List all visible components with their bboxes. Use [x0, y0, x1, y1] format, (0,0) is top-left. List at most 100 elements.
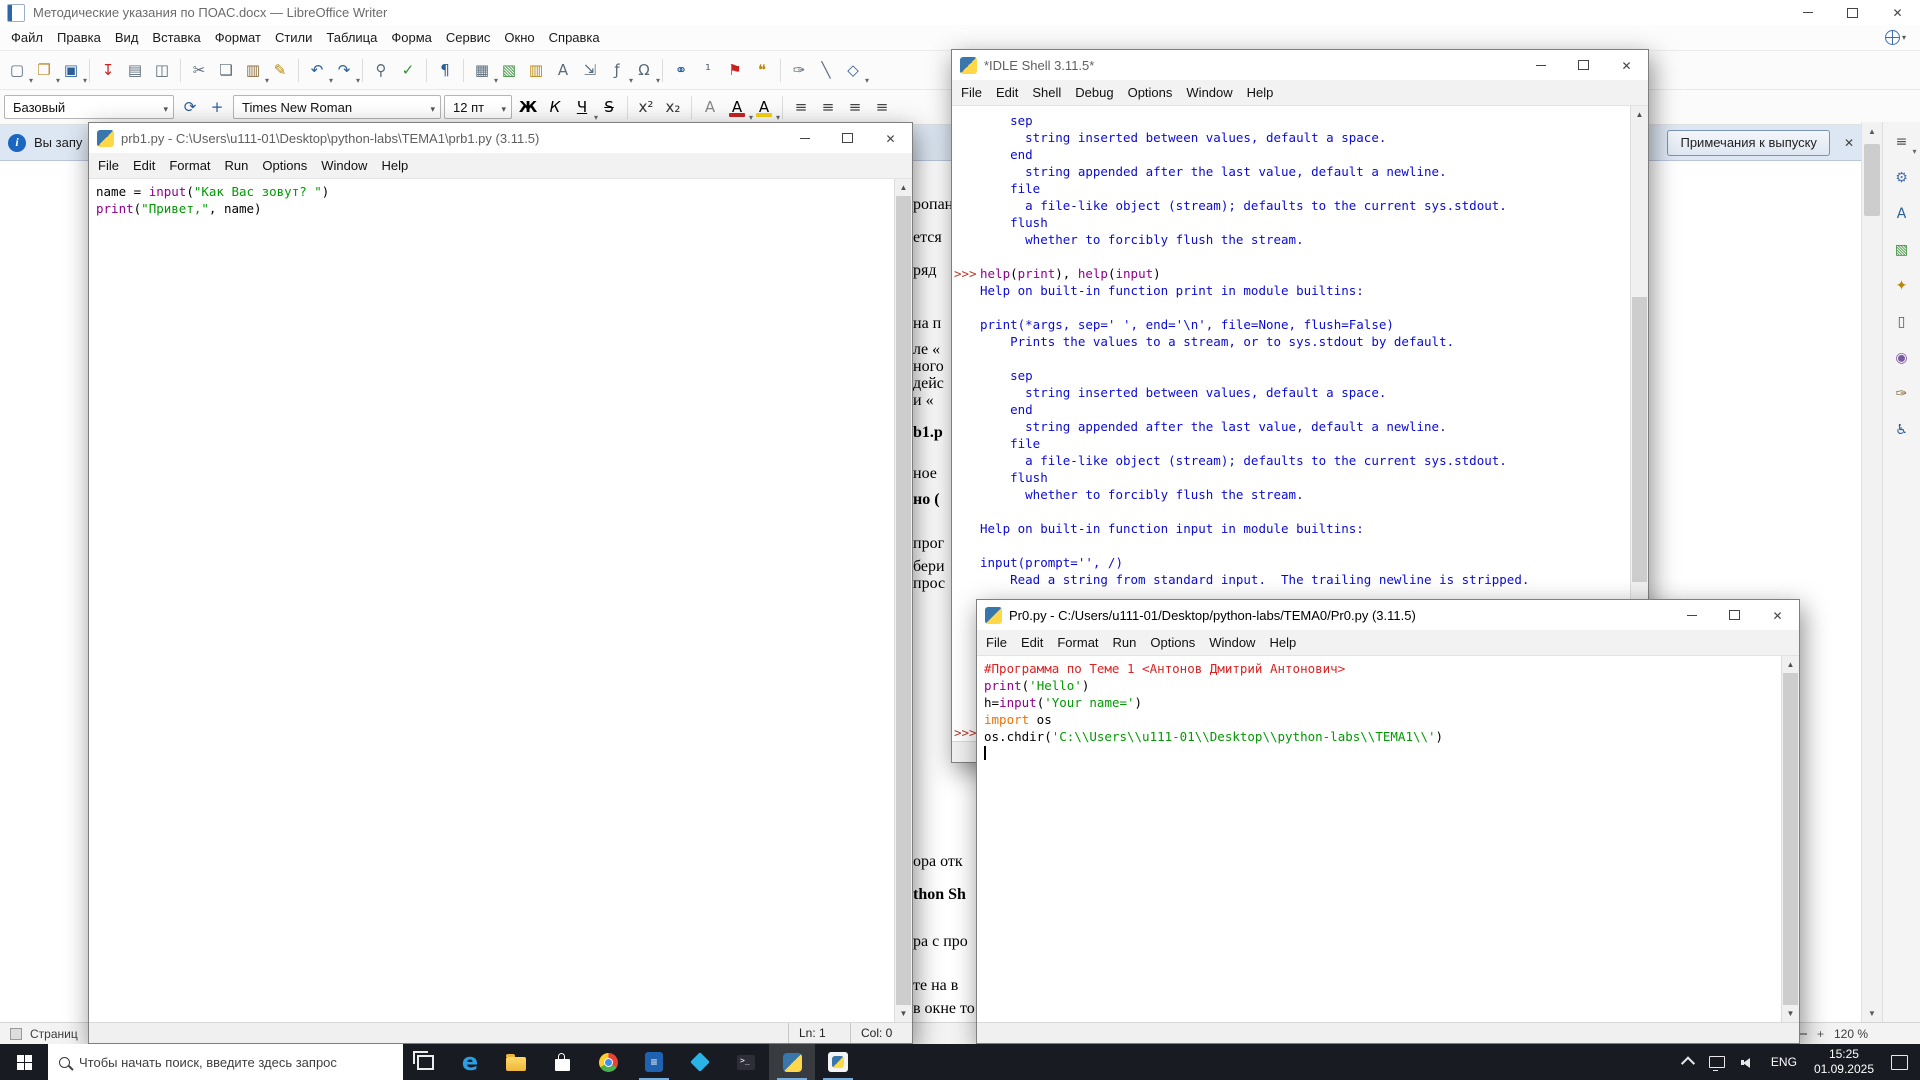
bold-icon[interactable]: Ж: [515, 94, 541, 120]
network-button[interactable]: [1701, 1044, 1733, 1080]
taskbar-app-terminal[interactable]: [723, 1044, 769, 1080]
accessibility-check-icon[interactable]: ♿: [1890, 418, 1914, 442]
superscript-icon[interactable]: x²: [633, 94, 659, 120]
sidebar-settings-icon[interactable]: ≡ ▾: [1890, 130, 1917, 156]
update-style-icon[interactable]: ⟳: [177, 94, 203, 120]
task-view-button[interactable]: [403, 1044, 447, 1080]
scroll-up-icon[interactable]: ▲: [895, 179, 912, 196]
formatting-marks-icon[interactable]: ¶: [432, 57, 458, 83]
clear-formatting-icon[interactable]: A: [697, 94, 723, 120]
menu-item[interactable]: Options: [255, 155, 314, 176]
taskbar-app-edge[interactable]: [447, 1044, 493, 1080]
styles-icon[interactable]: A: [1890, 202, 1914, 226]
taskbar-app-idle[interactable]: [769, 1044, 815, 1080]
minimize-button[interactable]: [1519, 50, 1562, 80]
insert-comment-icon[interactable]: ❝: [749, 57, 775, 83]
menu-item[interactable]: Стили: [268, 27, 319, 48]
menu-item[interactable]: File: [91, 155, 126, 176]
clone-formatting-icon[interactable]: ✎: [267, 57, 293, 83]
close-button[interactable]: [1605, 50, 1648, 80]
track-changes-icon[interactable]: ✑: [786, 57, 812, 83]
menu-item[interactable]: Run: [1106, 632, 1144, 653]
menu-item[interactable]: Shell: [1025, 82, 1068, 103]
insert-textbox-icon[interactable]: A: [550, 57, 576, 83]
menu-item[interactable]: Window: [314, 155, 374, 176]
italic-icon[interactable]: К: [542, 94, 568, 120]
menu-item[interactable]: Options: [1143, 632, 1202, 653]
insert-hyperlink-icon[interactable]: ⚭: [668, 57, 694, 83]
menu-item[interactable]: Help: [1262, 632, 1303, 653]
font-name-combobox[interactable]: Times New Roman: [233, 95, 441, 119]
taskbar-app-writer[interactable]: [631, 1044, 677, 1080]
scrollbar-thumb[interactable]: [896, 196, 911, 1005]
menu-item[interactable]: Options: [1121, 82, 1180, 103]
clock[interactable]: 15:25 01.09.2025: [1805, 1047, 1883, 1077]
menu-item[interactable]: Help: [1240, 82, 1281, 103]
maximize-button[interactable]: [1713, 600, 1756, 630]
menu-item[interactable]: Run: [218, 155, 256, 176]
scroll-down-icon[interactable]: ▼: [1782, 1005, 1799, 1022]
editor-text-area[interactable]: #Программа по Теме 1 <Антонов Дмитрий Ан…: [977, 656, 1782, 1022]
menu-item[interactable]: Format: [1050, 632, 1105, 653]
insert-image-icon[interactable]: ▧: [496, 57, 522, 83]
redo-icon[interactable]: ↷ ▾: [331, 57, 360, 85]
align-left-icon[interactable]: ≡: [788, 94, 814, 120]
tray-overflow-button[interactable]: [1675, 1044, 1701, 1080]
maximize-button[interactable]: [826, 123, 869, 153]
justify-icon[interactable]: ≡: [869, 94, 895, 120]
insert-table-icon[interactable]: ▦ ▾: [469, 57, 498, 85]
close-button[interactable]: [869, 123, 912, 153]
strikethrough-icon[interactable]: S: [596, 94, 622, 120]
menu-item[interactable]: Debug: [1068, 82, 1120, 103]
menu-item[interactable]: Format: [162, 155, 217, 176]
editor-scrollbar[interactable]: ▲ ▼: [1781, 656, 1799, 1022]
menu-item[interactable]: Таблица: [319, 27, 384, 48]
open-icon[interactable]: ❐ ▾: [31, 57, 60, 85]
save-icon[interactable]: ▣ ▾: [58, 57, 87, 85]
editor-scrollbar[interactable]: ▲ ▼: [894, 179, 912, 1022]
find-replace-icon[interactable]: ⚲: [368, 57, 394, 83]
paragraph-style-combobox[interactable]: Базовый: [4, 95, 174, 119]
editor-text-area[interactable]: name = input("Как Вас зовут? ") print("Пр…: [89, 179, 895, 1022]
menu-item[interactable]: Правка: [50, 27, 108, 48]
menu-item[interactable]: Формат: [208, 27, 268, 48]
highlight-color-icon[interactable]: А ▾: [751, 94, 780, 122]
special-character-icon[interactable]: Ω ▾: [631, 57, 660, 85]
new-style-icon[interactable]: +: [204, 94, 230, 120]
scrollbar-thumb[interactable]: [1864, 144, 1880, 216]
menu-item[interactable]: Справка: [542, 27, 607, 48]
scroll-down-icon[interactable]: ▼: [1862, 1004, 1882, 1022]
menu-item[interactable]: Окно: [497, 27, 541, 48]
minimize-button[interactable]: [1785, 0, 1830, 25]
taskbar-search-input[interactable]: Чтобы начать поиск, введите здесь запрос: [48, 1044, 403, 1080]
document-scrollbar[interactable]: ▲ ▼: [1861, 122, 1882, 1022]
font-color-icon[interactable]: А ▾: [724, 94, 753, 122]
menu-item[interactable]: Edit: [989, 82, 1025, 103]
properties-icon[interactable]: ⚙: [1890, 166, 1914, 190]
print-icon[interactable]: ▤: [122, 57, 148, 83]
print-preview-icon[interactable]: ◫: [149, 57, 175, 83]
spelling-icon[interactable]: ✓: [395, 57, 421, 83]
minimize-button[interactable]: [1670, 600, 1713, 630]
menu-item[interactable]: File: [954, 82, 989, 103]
volume-button[interactable]: [1733, 1044, 1763, 1080]
menu-item[interactable]: Window: [1179, 82, 1239, 103]
action-center-button[interactable]: [1883, 1044, 1916, 1080]
zoom-level-label[interactable]: 120 %: [1834, 1027, 1868, 1041]
basic-shapes-icon[interactable]: ◇ ▾: [840, 57, 869, 85]
insert-field-icon[interactable]: ƒ ▾: [604, 57, 633, 85]
start-button[interactable]: [0, 1044, 48, 1080]
close-button[interactable]: [1756, 600, 1799, 630]
gallery-icon[interactable]: ▧: [1890, 238, 1914, 262]
font-size-combobox[interactable]: 12 пт: [444, 95, 512, 119]
subscript-icon[interactable]: x₂: [660, 94, 686, 120]
navigator-icon[interactable]: ✦: [1890, 274, 1914, 298]
insert-footnote-icon[interactable]: ¹: [695, 57, 721, 83]
scrollbar-thumb[interactable]: [1783, 673, 1798, 1005]
menu-item[interactable]: Файл: [4, 27, 50, 48]
menu-item[interactable]: Help: [374, 155, 415, 176]
insert-chart-icon[interactable]: ▥: [523, 57, 549, 83]
scroll-down-icon[interactable]: ▼: [895, 1005, 912, 1022]
insert-line-icon[interactable]: ╲: [813, 57, 839, 83]
menu-item[interactable]: File: [979, 632, 1014, 653]
